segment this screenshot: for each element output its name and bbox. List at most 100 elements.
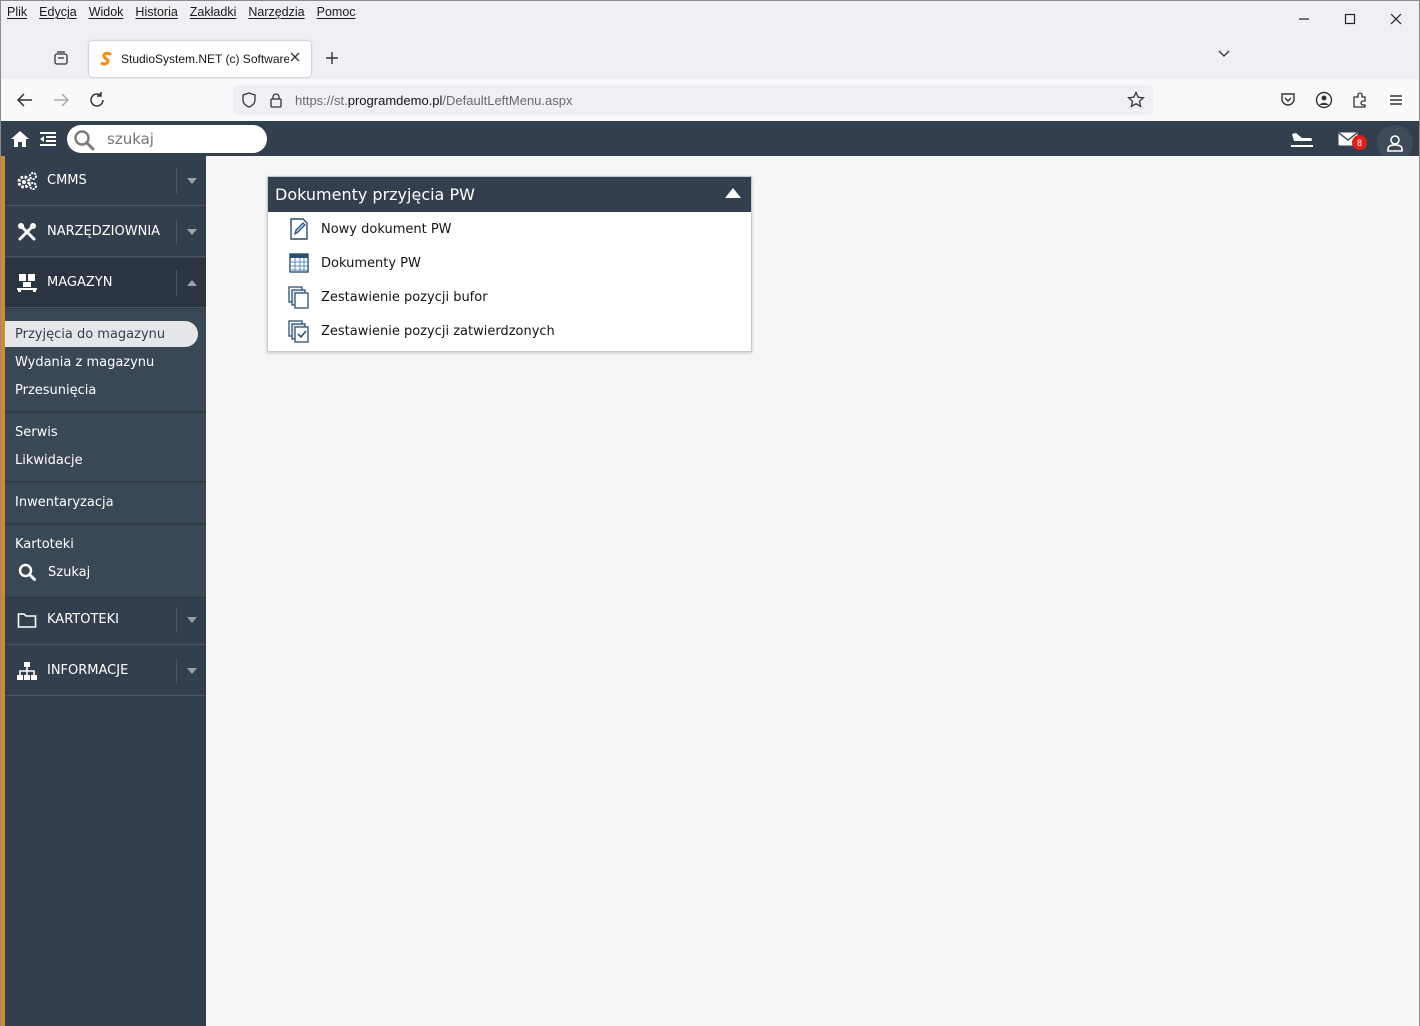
reload-button[interactable] [87, 90, 107, 110]
menu-toggle-icon[interactable] [39, 131, 57, 147]
menu-item-approved-summary[interactable]: Zestawienie pozycji zatwierdzonych [287, 316, 727, 346]
warehouse-pallet-icon [17, 274, 37, 292]
magazyn-collapse-button[interactable] [176, 270, 206, 296]
menu-widok[interactable]: Widok [89, 5, 124, 19]
close-icon [1390, 13, 1402, 25]
plane-landing-icon[interactable] [1290, 130, 1314, 148]
bookmark-star-icon[interactable] [1127, 91, 1145, 109]
studiosystem-favicon-icon [100, 51, 112, 66]
menu-pomoc[interactable]: Pomoc [317, 5, 356, 19]
magazyn-group-dokumenty: Przyjęcia do magazynu Wydania z magazynu… [5, 309, 206, 412]
cmms-expand-button[interactable] [176, 168, 206, 194]
folder-icon [17, 613, 37, 628]
menu-narzedzia[interactable]: Narzędzia [248, 5, 304, 19]
sidebar: CMMS NARZĘDZIOWNIA MAGAZYN Przyjęcia do … [1, 156, 206, 1026]
panel-title: Dokumenty przyjęcia PW [275, 185, 475, 204]
app-header: 8 [1, 121, 1419, 161]
panel-header[interactable]: Dokumenty przyjęcia PW [268, 177, 751, 212]
user-icon [1387, 135, 1403, 152]
tab-close-icon[interactable] [289, 51, 301, 63]
pocket-button[interactable] [1278, 90, 1298, 110]
close-window-button[interactable] [1373, 1, 1419, 37]
minimize-button[interactable] [1281, 1, 1327, 37]
address-bar[interactable]: https://st.programdemo.pl/DefaultLeftMen… [233, 85, 1153, 115]
plus-icon [326, 52, 338, 64]
reload-icon [90, 92, 104, 107]
sitemap-icon [17, 662, 37, 680]
sidebar-item-wydania[interactable]: Wydania z magazynu [15, 349, 154, 375]
tab-list-button[interactable] [47, 46, 75, 70]
menu-historia[interactable]: Historia [135, 5, 177, 19]
magazyn-group-kartoteki: Kartoteki Szukaj [5, 525, 206, 598]
magazyn-group-serwis: Serwis Likwidacje [5, 413, 206, 482]
documents-copy-icon [288, 286, 309, 309]
mail-count-badge: 8 [1352, 135, 1367, 150]
caret-down-icon [186, 229, 197, 235]
documents-panel: Dokumenty przyjęcia PW Nowy dokument PW … [267, 176, 752, 352]
menu-item-documents-list[interactable]: Dokumenty PW [287, 248, 727, 278]
narzedziownia-expand-button[interactable] [176, 219, 206, 245]
informacje-expand-button[interactable] [176, 658, 206, 684]
menu-item-new-document[interactable]: Nowy dokument PW [287, 214, 727, 244]
menu-edycja[interactable]: Edycja [39, 5, 77, 19]
tab-title: StudioSystem.NET (c) Software S [121, 52, 289, 66]
document-edit-icon [290, 218, 308, 240]
maximize-button[interactable] [1327, 1, 1373, 37]
collapse-triangle-icon[interactable] [725, 188, 741, 198]
caret-down-icon [186, 668, 197, 674]
arrow-right-icon [54, 93, 70, 107]
arrow-left-icon [16, 93, 32, 107]
caret-down-icon [186, 178, 197, 184]
app-menu-button[interactable] [1386, 90, 1406, 110]
sidebar-section-kartoteki[interactable]: KARTOTEKI [5, 595, 206, 645]
search-box[interactable] [67, 125, 267, 153]
caret-down-icon [186, 617, 197, 623]
magazyn-group-inwentaryzacja: Inwentaryzacja [5, 483, 206, 524]
url-text[interactable]: https://st.programdemo.pl/DefaultLeftMen… [295, 93, 572, 108]
window-controls [1281, 1, 1419, 37]
sidebar-section-cmms[interactable]: CMMS [5, 156, 206, 206]
menu-item-buffer-summary[interactable]: Zestawienie pozycji bufor [287, 282, 727, 312]
shield-icon[interactable] [241, 92, 257, 108]
search-input[interactable] [107, 129, 257, 149]
account-button[interactable] [1314, 90, 1334, 110]
search-icon [74, 130, 95, 151]
tab-strip: StudioSystem.NET (c) Software S [1, 37, 1419, 79]
browser-window: Plik Edycja Widok Historia Zakładki Narz… [0, 0, 1420, 1026]
lock-icon[interactable] [269, 92, 283, 108]
sidebar-section-informacje[interactable]: INFORMACJE [5, 646, 206, 696]
sidebar-item-kartoteki[interactable]: Kartoteki [15, 531, 74, 557]
sidebar-item-szukaj[interactable]: Szukaj [15, 559, 90, 585]
hamburger-menu-icon [1390, 95, 1402, 105]
sidebar-item-serwis[interactable]: Serwis [15, 419, 58, 445]
documents-check-icon [288, 320, 309, 343]
caret-up-icon [186, 280, 197, 286]
puzzle-icon [1353, 92, 1366, 108]
sidebar-section-magazyn[interactable]: MAGAZYN [5, 258, 206, 308]
spreadsheet-icon [289, 253, 309, 273]
tab-studiosystem[interactable]: StudioSystem.NET (c) Software S [89, 41, 311, 77]
account-icon [1315, 91, 1333, 109]
list-all-tabs-button[interactable] [1217, 47, 1231, 66]
sidebar-item-likwidacje[interactable]: Likwidacje [15, 447, 83, 473]
menu-zakladki[interactable]: Zakładki [190, 5, 237, 19]
kartoteki-expand-button[interactable] [176, 607, 206, 633]
tools-icon [18, 223, 36, 241]
search-icon [18, 563, 36, 581]
back-button[interactable] [15, 90, 35, 110]
sidebar-item-inwentaryzacja[interactable]: Inwentaryzacja [15, 489, 114, 515]
menu-plik[interactable]: Plik [7, 5, 27, 19]
chevron-down-icon [1218, 50, 1230, 57]
gears-icon [17, 172, 37, 190]
main-content: Dokumenty przyjęcia PW Nowy dokument PW … [206, 156, 1419, 1026]
extensions-button[interactable] [1350, 90, 1370, 110]
forward-button[interactable] [51, 90, 71, 110]
sidebar-section-narzedziownia[interactable]: NARZĘDZIOWNIA [5, 207, 206, 257]
new-tab-button[interactable] [321, 47, 343, 69]
nav-bar: https://st.programdemo.pl/DefaultLeftMen… [1, 79, 1419, 121]
sidebar-item-przesuniecia[interactable]: Przesunięcia [15, 377, 96, 403]
sidebar-item-przyjecia[interactable]: Przyjęcia do magazynu [5, 321, 198, 347]
archive-tabs-icon [54, 51, 68, 65]
home-icon[interactable] [10, 130, 30, 148]
maximize-icon [1344, 13, 1356, 25]
